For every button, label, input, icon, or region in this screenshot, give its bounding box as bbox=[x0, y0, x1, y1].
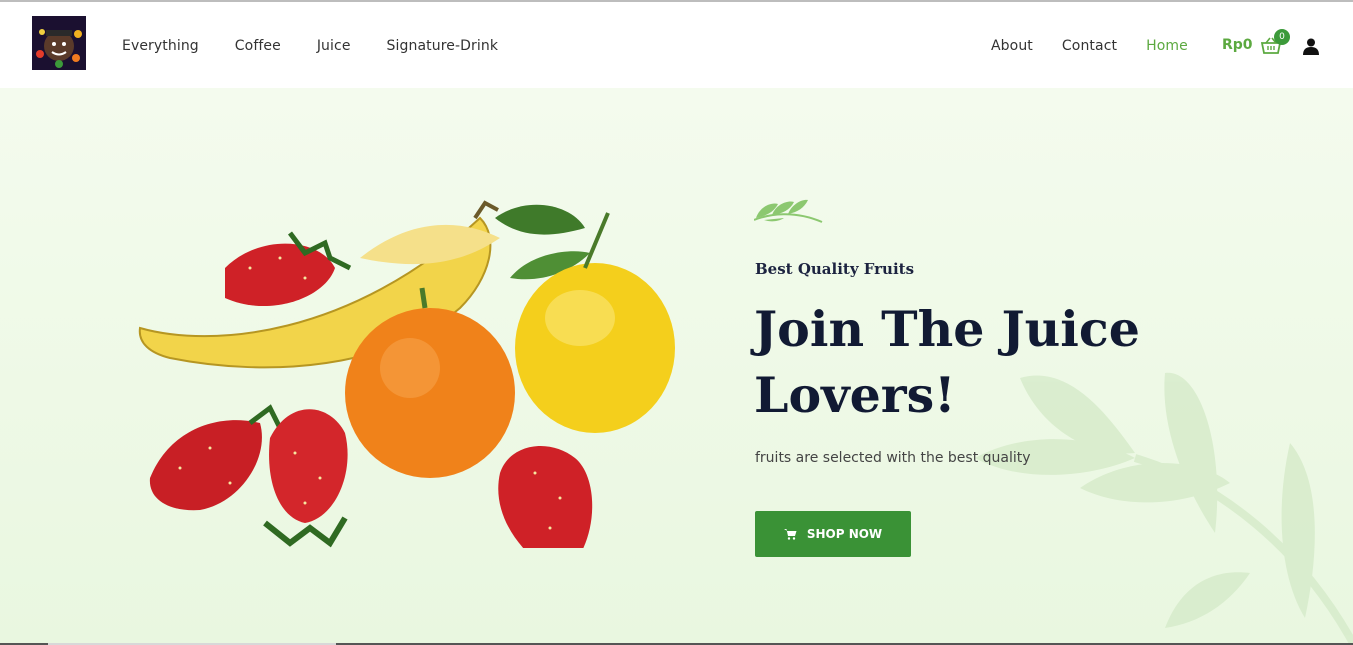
logo-image bbox=[32, 16, 86, 70]
nav-link-coffee[interactable]: Coffee bbox=[235, 38, 281, 54]
nav-link-about[interactable]: About bbox=[991, 38, 1033, 54]
hero-subtitle: Best Quality Fruits bbox=[755, 260, 915, 278]
nav-link-home[interactable]: Home bbox=[1146, 38, 1188, 54]
fruit-image bbox=[138, 200, 675, 548]
nav-link-signature-drink[interactable]: Signature-Drink bbox=[387, 38, 499, 54]
cart-count-badge: 0 bbox=[1274, 29, 1290, 45]
shop-now-label: SHOP NOW bbox=[806, 527, 883, 541]
hero-description: fruits are selected with the best qualit… bbox=[755, 450, 1031, 466]
shop-now-button[interactable]: SHOP NOW bbox=[755, 511, 911, 557]
site-header: Everything Coffee Juice Signature-Drink … bbox=[0, 2, 1353, 88]
leaf-sprig-icon bbox=[754, 199, 823, 223]
hero-section: Best Quality Fruits Join The Juice Lover… bbox=[0, 88, 1353, 643]
nav-link-contact[interactable]: Contact bbox=[1062, 38, 1117, 54]
shopping-cart-icon bbox=[783, 529, 797, 540]
user-icon[interactable] bbox=[1303, 38, 1319, 55]
nav-link-juice[interactable]: Juice bbox=[317, 38, 351, 54]
hero-title: Join The Juice Lovers! bbox=[754, 300, 1140, 424]
site-logo[interactable] bbox=[32, 16, 86, 70]
main-nav: Everything Coffee Juice Signature-Drink bbox=[122, 38, 498, 54]
cart-total[interactable]: Rp0 bbox=[1222, 37, 1253, 53]
nav-link-everything[interactable]: Everything bbox=[122, 38, 199, 54]
secondary-nav: About Contact Home bbox=[991, 38, 1188, 54]
